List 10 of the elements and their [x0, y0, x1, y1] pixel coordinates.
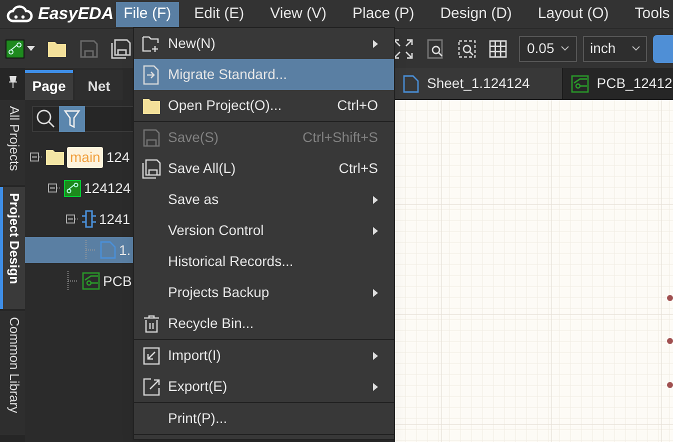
tree-item-label: 124124: [84, 178, 131, 198]
tree-item-label: 124: [106, 148, 130, 166]
tree-item-label: PCB: [103, 272, 132, 290]
shortcut-text: Ctrl+O: [337, 96, 378, 115]
tree-item-label: 1.: [119, 240, 131, 260]
tree-item-label: 1241: [99, 210, 130, 228]
logo-text: EasyEDA: [38, 3, 114, 26]
branch-badge: main: [67, 146, 104, 168]
shortcut-text: Ctrl+Shift+S: [302, 128, 378, 147]
shortcut-text: Ctrl+S: [338, 159, 378, 178]
